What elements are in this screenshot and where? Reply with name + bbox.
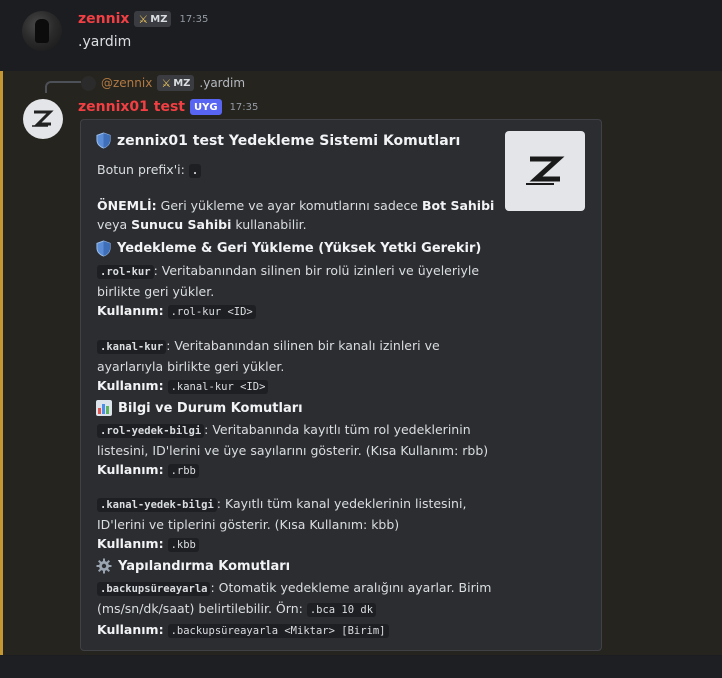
important-text: veya <box>97 217 128 232</box>
usage-label: Kullanım: <box>97 303 164 318</box>
usage-code: .rol-kur <ID> <box>167 305 256 319</box>
command-code: .rol-yedek-bilgi <box>97 424 205 438</box>
timestamp[interactable]: 17:35 <box>230 102 259 113</box>
command-code: .backupsüreayarla <box>97 582 211 596</box>
usage-label: Kullanım: <box>97 462 164 477</box>
command-desc: : Veritabanından silinen bir rolü izinle… <box>153 263 480 278</box>
section-title-text: Yedekleme & Geri Yükleme (Yüksek Yetki G… <box>117 241 482 256</box>
command-kanal-kur: .kanal-kur: Veritabanından silinen bir k… <box>97 336 440 397</box>
usage-label: Kullanım: <box>97 622 164 637</box>
command-backupsureayarla: .backupsüreayarla: Otomatik yedekleme ar… <box>97 578 491 641</box>
section-title-text: Yapılandırma Komutları <box>118 558 291 574</box>
bot-logo-icon <box>32 110 54 127</box>
timestamp[interactable]: 17:35 <box>179 14 208 25</box>
command-rol-yedek-bilgi: .rol-yedek-bilgi: Veritabanında kayıtlı … <box>97 420 488 481</box>
command-desc: ayarlarıyla birlikte geri yükler. <box>97 359 285 374</box>
usage-label: Kullanım: <box>97 536 164 551</box>
server-owner-label: Sunucu Sahibi <box>131 217 232 232</box>
sword-icon: ⚔ <box>161 76 172 90</box>
command-desc: ID'lerini ve tiplerini gösterir. (Kısa K… <box>97 517 400 532</box>
reply-tag-label: MZ <box>173 77 191 89</box>
shield-icon <box>96 132 111 149</box>
server-tag[interactable]: ⚔ MZ <box>134 11 172 27</box>
message-header: zennix01 test UYG 17:35 <box>78 99 258 115</box>
bot-owner-label: Bot Sahibi <box>422 198 495 213</box>
sword-icon: ⚔ <box>138 12 149 26</box>
usage-code: .rbb <box>167 464 199 478</box>
embed-thumbnail[interactable] <box>505 131 585 211</box>
command-rol-kur: .rol-kur: Veritabanından silinen bir rol… <box>97 261 479 322</box>
command-code: .kanal-kur <box>97 340 167 354</box>
reply-text: .yardim <box>199 76 246 90</box>
command-desc: : Kayıtlı tüm kanal yedeklerinin listesi… <box>216 496 467 511</box>
prefix-label: Botun prefix'i: <box>97 162 185 177</box>
message-header: zennix ⚔ MZ 17:35 <box>78 11 208 27</box>
section-info-title: Bilgi ve Durum Komutları <box>96 400 303 416</box>
embed-title-text: zennix01 test Yedekleme Sistemi Komutlar… <box>117 132 461 149</box>
author-name[interactable]: zennix <box>78 11 129 27</box>
avatar[interactable] <box>22 11 62 51</box>
app-badge: UYG <box>189 99 222 115</box>
command-desc: birlikte geri yükler. <box>97 284 215 299</box>
section-config-title: Yapılandırma Komutları <box>96 558 290 574</box>
usage-code: .backupsüreayarla <Miktar> [Birim] <box>167 624 389 638</box>
command-kanal-yedek-bilgi: .kanal-yedek-bilgi: Kayıtlı tüm kanal ye… <box>97 494 466 555</box>
thumbnail-logo-icon <box>526 156 565 185</box>
server-tag-label: MZ <box>150 13 168 25</box>
command-desc: : Otomatik yedekleme aralığını ayarlar. … <box>210 580 492 595</box>
command-code: .rol-kur <box>97 265 154 279</box>
important-label: ÖNEMLİ: <box>97 198 157 213</box>
reply-connector <box>45 81 81 93</box>
bottom-bar <box>0 656 722 678</box>
reply-preview[interactable]: @zennix ⚔ MZ .yardim <box>81 75 245 91</box>
usage-code: .kbb <box>167 538 199 552</box>
important-text: Geri yükleme ve ayar komutlarını sadece <box>160 198 419 213</box>
usage-code: .kanal-kur <ID> <box>167 380 269 394</box>
command-desc: : Veritabanından silinen bir kanalı izin… <box>166 338 440 353</box>
usage-label: Kullanım: <box>97 378 164 393</box>
bot-avatar[interactable] <box>23 99 63 139</box>
bar-chart-icon <box>96 400 112 416</box>
example-code: .bca 10 dk <box>306 603 377 617</box>
reply-mention[interactable]: @zennix <box>101 76 152 90</box>
reply-server-tag: ⚔ MZ <box>157 75 195 91</box>
important-text: kullanabilir. <box>235 217 307 232</box>
section-title-text: Bilgi ve Durum Komutları <box>118 400 303 416</box>
gear-icon <box>96 558 112 574</box>
message-bot-reply: @zennix ⚔ MZ .yardim zennix01 test UYG 1… <box>0 71 722 655</box>
command-desc: (ms/sn/dk/saat) belirtilebilir. Örn: <box>97 601 303 616</box>
important-note: ÖNEMLİ: Geri yükleme ve ayar komutlarını… <box>97 196 494 234</box>
reply-avatar <box>81 75 96 91</box>
command-code: .kanal-yedek-bilgi <box>97 498 217 512</box>
embed-title: zennix01 test Yedekleme Sistemi Komutlar… <box>96 132 460 149</box>
message-zennix: zennix ⚔ MZ 17:35 .yardim <box>0 0 722 70</box>
embed: zennix01 test Yedekleme Sistemi Komutlar… <box>80 119 602 651</box>
shield-icon <box>96 240 111 257</box>
command-desc: listesini, ID'lerini ve üye sayılarını g… <box>97 443 489 458</box>
prefix-line: Botun prefix'i: . <box>97 160 202 181</box>
section-backup-title: Yedekleme & Geri Yükleme (Yüksek Yetki G… <box>96 240 481 257</box>
command-desc: : Veritabanında kayıtlı tüm rol yedekler… <box>204 422 471 437</box>
message-text: .yardim <box>78 34 132 50</box>
author-name[interactable]: zennix01 test <box>78 99 185 115</box>
prefix-code: . <box>188 164 202 178</box>
